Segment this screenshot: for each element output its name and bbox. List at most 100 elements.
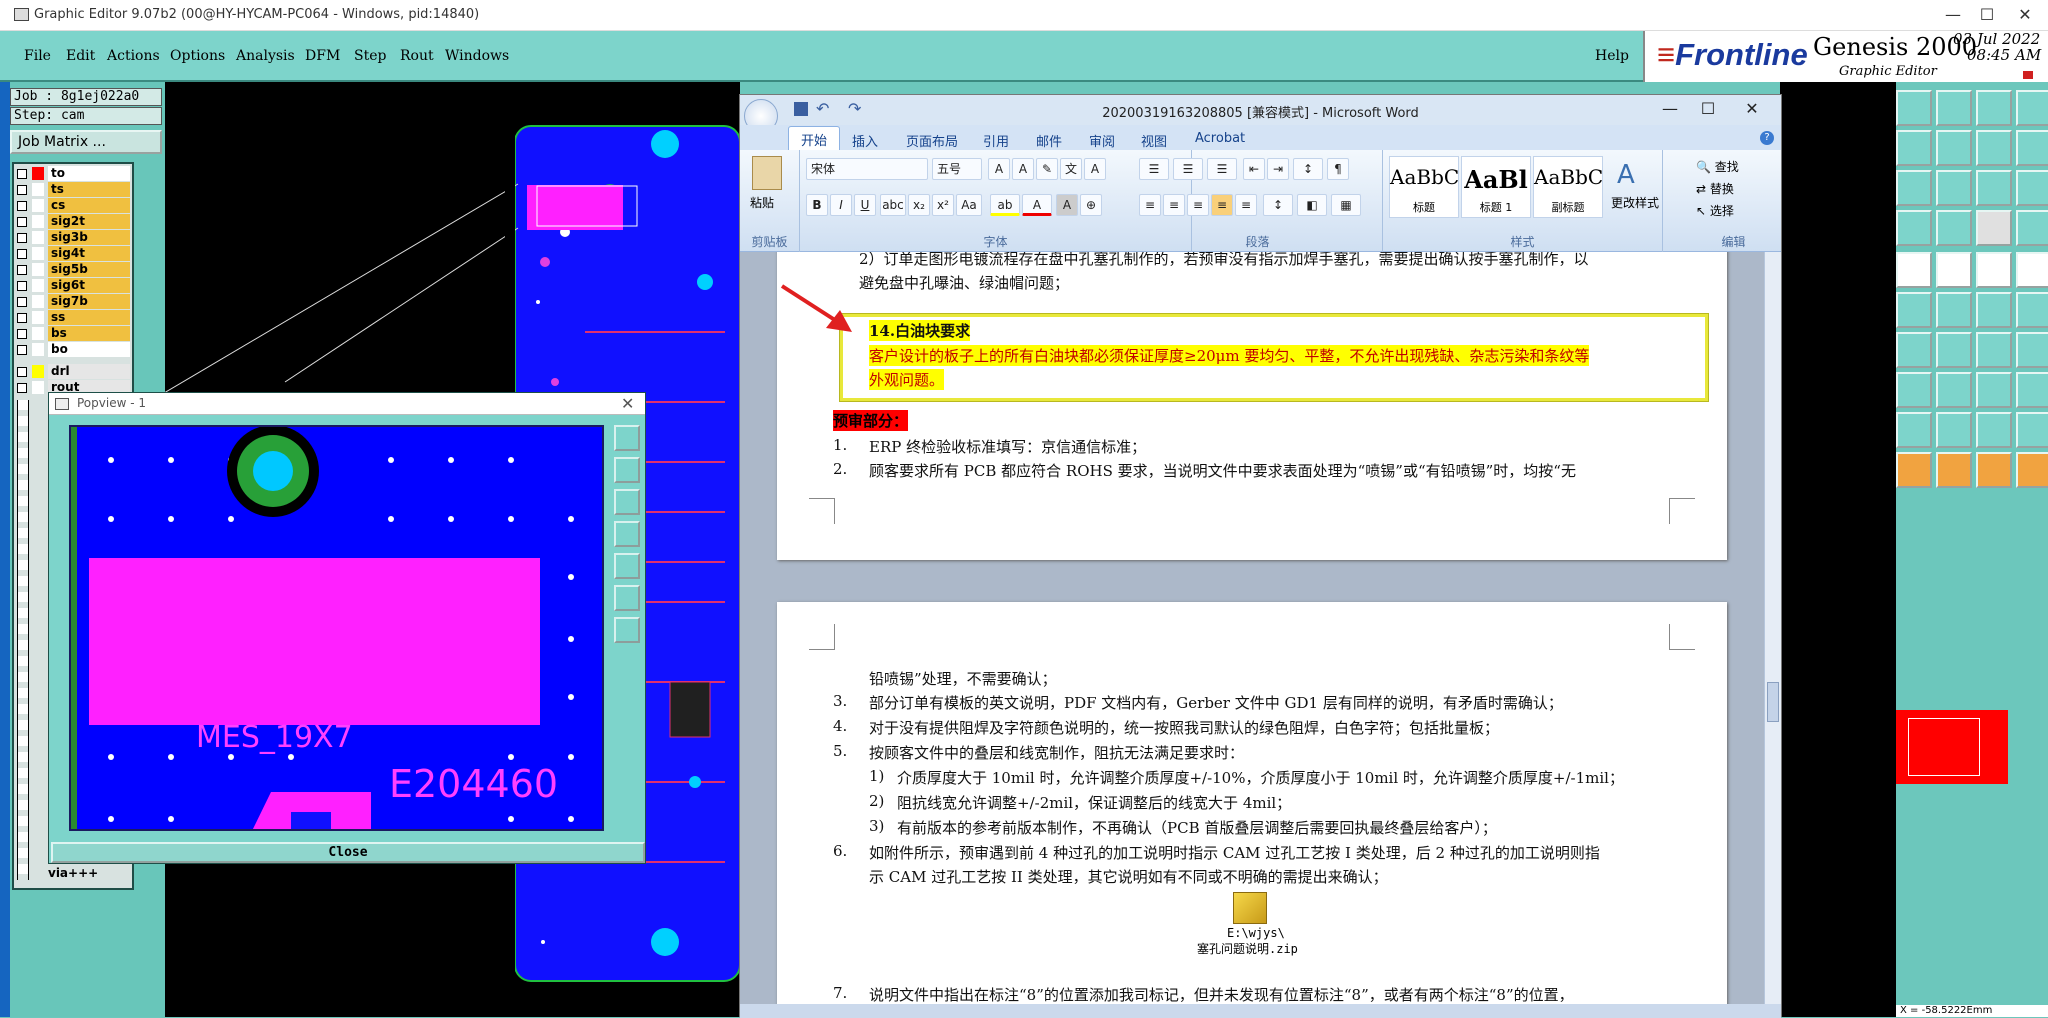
tool-left[interactable] bbox=[1896, 130, 1932, 166]
style-subtitle[interactable]: AaBbC 副标题 bbox=[1533, 156, 1603, 218]
multilevel-button[interactable]: ☰ bbox=[1207, 158, 1237, 180]
layer-row[interactable]: drl bbox=[14, 364, 132, 380]
tool-tri2[interactable] bbox=[1936, 412, 1972, 448]
increase-indent-button[interactable]: ⇥ bbox=[1267, 158, 1289, 180]
tool-group[interactable] bbox=[2016, 372, 2048, 408]
tool-layers[interactable] bbox=[2016, 90, 2048, 126]
char-shading-button[interactable]: A bbox=[1056, 194, 1078, 216]
menu-actions[interactable]: Actions bbox=[107, 48, 160, 64]
menu-dfm[interactable]: DFM bbox=[305, 48, 340, 64]
close-button[interactable]: ✕ bbox=[2010, 3, 2040, 27]
tool-save[interactable] bbox=[1936, 90, 1972, 126]
overview-map[interactable] bbox=[1896, 710, 2008, 784]
tab-page-layout[interactable]: 页面布局 bbox=[906, 131, 958, 150]
tool-tri4[interactable] bbox=[2016, 412, 2048, 448]
tab-review[interactable]: 审阅 bbox=[1089, 131, 1115, 150]
tool-rect[interactable] bbox=[1976, 252, 2012, 288]
distributed-button[interactable]: ≡ bbox=[1235, 194, 1257, 216]
word-minimize-button[interactable]: — bbox=[1652, 98, 1688, 120]
tool-tri1[interactable] bbox=[1896, 412, 1932, 448]
popview-tool-pan-right[interactable] bbox=[614, 553, 640, 579]
font-size-select[interactable]: 五号 bbox=[932, 158, 982, 180]
tool-plus[interactable] bbox=[1976, 372, 2012, 408]
word-close-button[interactable]: ✕ bbox=[1734, 98, 1770, 120]
tool-snap[interactable] bbox=[1976, 210, 2012, 246]
tab-acrobat[interactable]: Acrobat bbox=[1195, 131, 1245, 146]
layer-checkbox[interactable] bbox=[17, 265, 27, 275]
menu-file[interactable]: File bbox=[24, 48, 51, 64]
popview-tool-fit[interactable] bbox=[614, 585, 640, 611]
strikethrough-button[interactable]: abc bbox=[880, 194, 906, 216]
clear-format-button[interactable]: ✎ bbox=[1036, 158, 1058, 180]
bold-button[interactable]: B bbox=[806, 194, 828, 216]
tool-split[interactable] bbox=[1976, 130, 2012, 166]
layer-checkbox[interactable] bbox=[17, 201, 27, 211]
justify-button[interactable]: ≡ bbox=[1211, 194, 1233, 216]
tool-cross[interactable] bbox=[1936, 292, 1972, 328]
tool-select[interactable] bbox=[1896, 452, 1932, 488]
tool-fit[interactable] bbox=[1896, 170, 1932, 206]
tool-pad[interactable] bbox=[1896, 252, 1932, 288]
tab-home[interactable]: 开始 bbox=[788, 126, 841, 150]
borders-button[interactable]: ▦ bbox=[1331, 194, 1361, 216]
layer-checkbox[interactable] bbox=[17, 313, 27, 323]
menu-windows[interactable]: Windows bbox=[445, 48, 509, 64]
underline-button[interactable]: U bbox=[854, 194, 876, 216]
sort-button[interactable]: ↕ bbox=[1293, 158, 1323, 180]
grow-font-button[interactable]: A bbox=[988, 158, 1010, 180]
menu-step[interactable]: Step bbox=[354, 48, 386, 64]
superscript-button[interactable]: x² bbox=[932, 194, 954, 216]
find-button[interactable]: 🔍 查找 bbox=[1696, 158, 1739, 175]
tool-line[interactable] bbox=[1936, 252, 1972, 288]
layer-checkbox[interactable] bbox=[17, 249, 27, 259]
align-center-button[interactable]: ≡ bbox=[1163, 194, 1185, 216]
layer-row[interactable]: sig5b bbox=[14, 262, 132, 278]
tab-mailings[interactable]: 邮件 bbox=[1036, 131, 1062, 150]
tool-minus[interactable] bbox=[1936, 372, 1972, 408]
tool-connect2[interactable] bbox=[2016, 292, 2048, 328]
layer-row[interactable]: bs bbox=[14, 326, 132, 342]
menu-help[interactable]: Help bbox=[1595, 48, 1629, 64]
tool-circle[interactable] bbox=[2016, 252, 2048, 288]
shading-button[interactable]: ◧ bbox=[1297, 194, 1327, 216]
popview-close-icon[interactable]: ✕ bbox=[621, 394, 634, 413]
tool-move[interactable] bbox=[1936, 170, 1972, 206]
layer-row[interactable]: ts bbox=[14, 182, 132, 198]
tab-references[interactable]: 引用 bbox=[983, 131, 1009, 150]
tool-select3[interactable] bbox=[1976, 452, 2012, 488]
tool-right[interactable] bbox=[1936, 130, 1972, 166]
tool-help[interactable] bbox=[2016, 170, 2048, 206]
attachment-name[interactable]: 塞孔问题说明.zip bbox=[1197, 940, 1298, 957]
layer-checkbox[interactable] bbox=[17, 329, 27, 339]
layer-row[interactable]: sig3b bbox=[14, 230, 132, 246]
paste-button[interactable]: 粘贴 bbox=[750, 194, 774, 211]
tool-tri3[interactable] bbox=[1976, 412, 2012, 448]
job-matrix-button[interactable]: Job Matrix ... bbox=[10, 130, 162, 154]
border-char-button[interactable]: A bbox=[1084, 158, 1106, 180]
layer-checkbox[interactable] bbox=[17, 383, 27, 393]
align-right-button[interactable]: ≡ bbox=[1187, 194, 1209, 216]
layer-row[interactable]: to bbox=[14, 166, 132, 182]
layer-checkbox[interactable] bbox=[17, 185, 27, 195]
maximize-button[interactable]: ☐ bbox=[1972, 3, 2002, 27]
select-button[interactable]: ↖ 选择 bbox=[1696, 202, 1734, 219]
popview-tool-zoom-out[interactable] bbox=[614, 489, 640, 515]
tool-array[interactable] bbox=[1896, 372, 1932, 408]
layer-checkbox[interactable] bbox=[17, 345, 27, 355]
subscript-button[interactable]: x₂ bbox=[908, 194, 930, 216]
tool-snap2[interactable] bbox=[2016, 210, 2048, 246]
tool-measure[interactable] bbox=[1896, 210, 1932, 246]
phonetic-button[interactable]: 文 bbox=[1060, 158, 1082, 180]
change-styles-icon[interactable]: A bbox=[1617, 160, 1635, 190]
layer-checkbox[interactable] bbox=[17, 233, 27, 243]
align-left-button[interactable]: ≡ bbox=[1139, 194, 1161, 216]
popview-tool-zoom-in[interactable] bbox=[614, 457, 640, 483]
layer-checkbox[interactable] bbox=[17, 281, 27, 291]
layer-checkbox[interactable] bbox=[17, 169, 27, 179]
change-case-button[interactable]: Aa bbox=[956, 194, 982, 216]
tool-arc[interactable] bbox=[1976, 332, 2012, 368]
decrease-indent-button[interactable]: ⇤ bbox=[1243, 158, 1265, 180]
word-maximize-button[interactable]: ☐ bbox=[1690, 98, 1726, 120]
tab-insert[interactable]: 插入 bbox=[852, 131, 878, 150]
paste-icon[interactable] bbox=[752, 156, 782, 190]
